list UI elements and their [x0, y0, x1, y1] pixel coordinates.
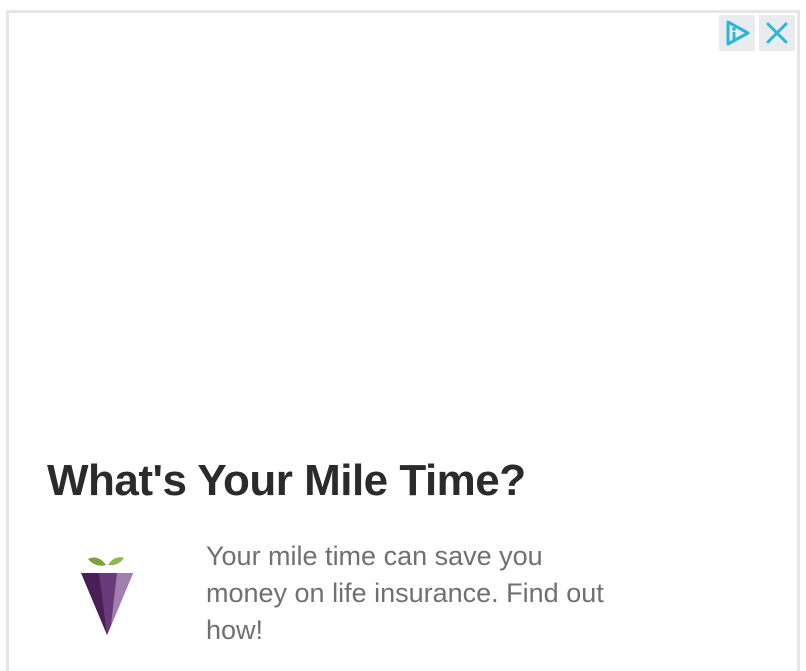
brand-logo[interactable] [79, 551, 135, 637]
ad-description[interactable]: Your mile time can save you money on lif… [206, 538, 626, 649]
close-ad-button[interactable] [759, 15, 795, 51]
ad-controls [719, 15, 795, 51]
close-icon [766, 22, 788, 44]
ad-headline[interactable]: What's Your Mile Time? [47, 456, 526, 506]
ad-container[interactable]: What's Your Mile Time? Your mile time ca… [6, 10, 800, 671]
adchoices-button[interactable] [719, 15, 755, 51]
adchoices-icon [726, 20, 750, 46]
